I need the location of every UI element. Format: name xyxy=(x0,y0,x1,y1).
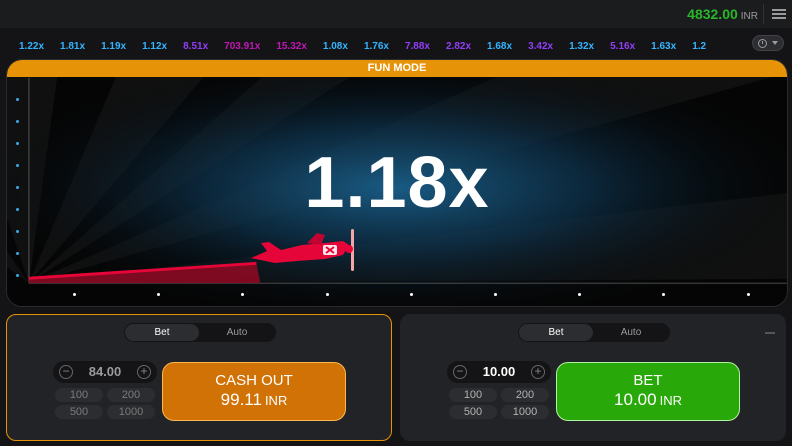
history-multiplier[interactable]: 1.32x xyxy=(562,39,601,52)
y-axis-dot xyxy=(16,164,19,167)
bet-currency: INR xyxy=(659,393,682,408)
bet-value: 10.00 xyxy=(614,390,657,409)
balance-amount: 4832.00 xyxy=(687,6,738,22)
decrease-amount-button[interactable]: − xyxy=(453,365,467,379)
history-multiplier[interactable]: 1.68x xyxy=(480,39,519,52)
x-axis-dot xyxy=(326,293,329,296)
y-axis-dot xyxy=(16,186,19,189)
increase-amount-button[interactable]: + xyxy=(137,365,151,379)
cash-out-button[interactable]: CASH OUT 99.11 INR xyxy=(162,362,346,421)
cash-out-currency: INR xyxy=(264,393,288,408)
x-axis-dot xyxy=(157,293,160,296)
history-multiplier[interactable]: 5.16x xyxy=(603,39,642,52)
bet-panel-right: Bet Auto − 10.00 + 100 200 500 1000 BET … xyxy=(400,314,786,441)
quick-amount-button[interactable]: 100 xyxy=(55,388,103,402)
bet-label: BET xyxy=(633,372,663,389)
y-axis-dot xyxy=(16,120,19,123)
x-axis-dot xyxy=(494,293,497,296)
bet-panel-left: Bet Auto − 84.00 + 100 200 500 1000 CASH… xyxy=(6,314,392,441)
increase-amount-button[interactable]: + xyxy=(531,365,545,379)
bet-amount-stepper: − 84.00 + xyxy=(53,361,157,383)
tab-auto[interactable]: Auto xyxy=(594,324,668,341)
quick-amount-button[interactable]: 100 xyxy=(449,388,497,402)
quick-amount-button[interactable]: 500 xyxy=(449,405,497,419)
game-stage: FUN MODE 1.18x xyxy=(6,59,788,307)
hamburger-icon[interactable] xyxy=(772,9,786,19)
y-axis-dot xyxy=(16,142,19,145)
history-multiplier[interactable]: 7.88x xyxy=(398,39,437,52)
history-multiplier[interactable]: 1.19x xyxy=(94,39,133,52)
x-axis-dot xyxy=(747,293,750,296)
tab-auto[interactable]: Auto xyxy=(200,324,274,341)
history-multiplier[interactable]: 1.63x xyxy=(644,39,683,52)
bet-mode-tabs: Bet Auto xyxy=(518,323,670,342)
multiplier-history: 1.22x 1.81x 1.19x 1.12x 8.51x 703.91x 15.32x 1.… xyxy=(0,28,792,58)
history-multiplier[interactable]: 703.91x xyxy=(217,39,267,52)
fun-mode-banner: FUN MODE xyxy=(7,60,787,77)
y-axis-dot xyxy=(16,230,19,233)
history-multiplier[interactable]: 1.22x xyxy=(12,39,51,52)
tab-bet[interactable]: Bet xyxy=(125,324,199,341)
x-axis-dot xyxy=(73,293,76,296)
remove-panel-button[interactable] xyxy=(765,332,775,334)
y-axis-dot xyxy=(16,252,19,255)
x-axis-dot xyxy=(578,293,581,296)
history-multiplier[interactable]: 1.76x xyxy=(357,39,396,52)
x-axis-dot xyxy=(241,293,244,296)
bet-amount-input[interactable]: 10.00 xyxy=(469,364,529,379)
history-multiplier[interactable]: 3.42x xyxy=(521,39,560,52)
quick-amount-button[interactable]: 1000 xyxy=(501,405,549,419)
history-toggle-button[interactable] xyxy=(752,35,784,51)
tab-bet[interactable]: Bet xyxy=(519,324,593,341)
bet-amount-stepper: − 10.00 + xyxy=(447,361,551,383)
quick-amount-button[interactable]: 500 xyxy=(55,405,103,419)
bet-button[interactable]: BET 10.00 INR xyxy=(556,362,740,421)
y-axis-dot xyxy=(16,274,19,277)
quick-amount-button[interactable]: 200 xyxy=(107,388,155,402)
quick-amount-button[interactable]: 200 xyxy=(501,388,549,402)
current-multiplier: 1.18x xyxy=(304,143,490,223)
clock-icon xyxy=(758,39,767,48)
history-multiplier[interactable]: 1.2 xyxy=(685,39,713,52)
balance-currency: INR xyxy=(740,11,758,22)
history-multiplier[interactable]: 15.32x xyxy=(269,39,314,52)
history-multiplier[interactable]: 2.82x xyxy=(439,39,478,52)
cash-out-label: CASH OUT xyxy=(215,372,293,389)
menu-divider xyxy=(763,4,764,24)
quick-amount-button[interactable]: 1000 xyxy=(107,405,155,419)
bet-mode-tabs: Bet Auto xyxy=(124,323,276,342)
history-track: 1.22x 1.81x 1.19x 1.12x 8.51x 703.91x 15.32x 1.… xyxy=(12,36,746,52)
history-multiplier[interactable]: 1.81x xyxy=(53,39,92,52)
y-axis-dot xyxy=(16,98,19,101)
cash-out-value: 99.11 xyxy=(220,390,262,409)
cash-out-amount: 99.11 INR xyxy=(163,390,345,410)
top-bar: 4832.00 INR xyxy=(0,0,792,28)
chevron-down-icon xyxy=(772,41,778,45)
plane-icon xyxy=(251,229,354,271)
decrease-amount-button[interactable]: − xyxy=(59,365,73,379)
history-multiplier[interactable]: 1.12x xyxy=(135,39,174,52)
bet-amount: 10.00 INR xyxy=(557,390,739,410)
y-axis-dot xyxy=(16,208,19,211)
history-multiplier[interactable]: 8.51x xyxy=(176,39,215,52)
balance-display: 4832.00 INR xyxy=(687,6,758,22)
history-multiplier[interactable]: 1.08x xyxy=(316,39,355,52)
x-axis-dot xyxy=(410,293,413,296)
bet-amount-input[interactable]: 84.00 xyxy=(75,364,135,379)
x-axis-dot xyxy=(662,293,665,296)
